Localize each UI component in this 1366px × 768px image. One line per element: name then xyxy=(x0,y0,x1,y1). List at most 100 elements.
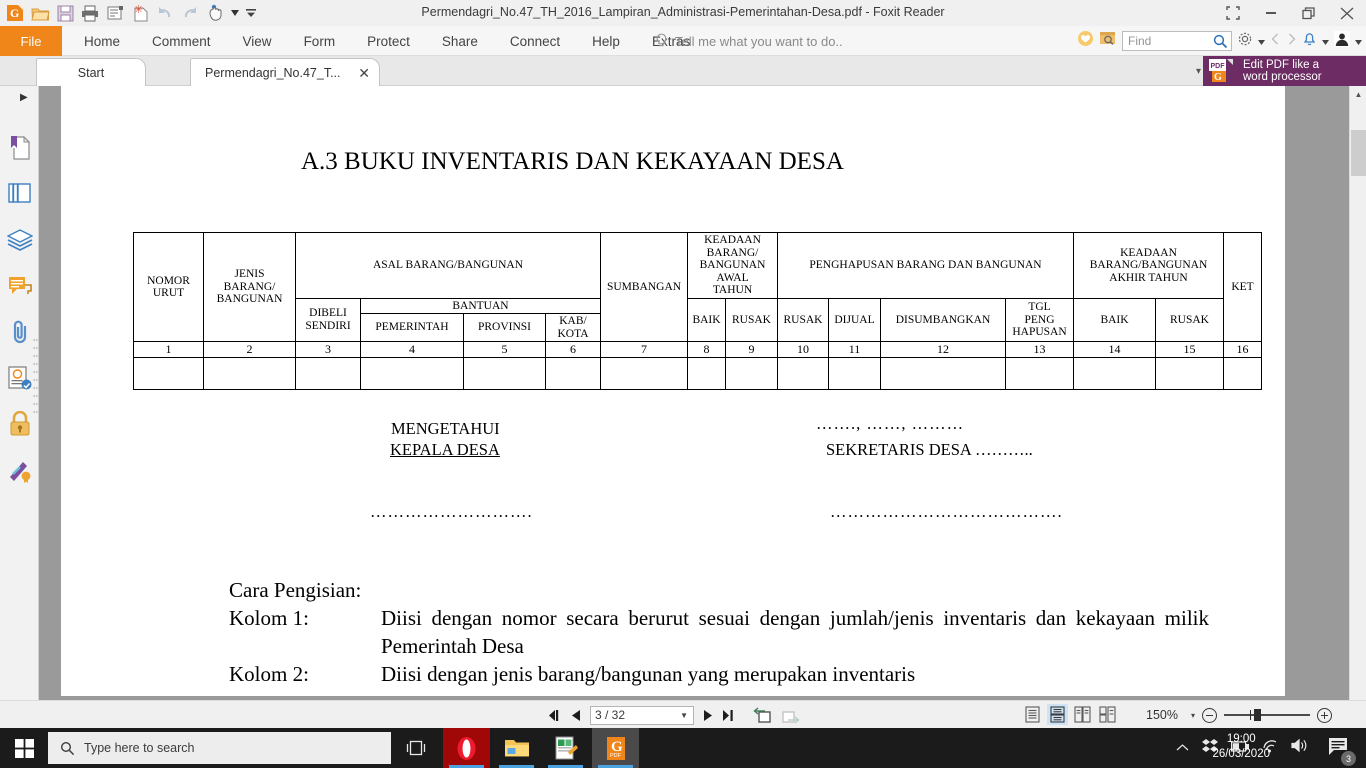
menu-protect[interactable]: Protect xyxy=(351,26,426,56)
security-lock-icon[interactable] xyxy=(6,410,34,438)
vertical-scroll-thumb[interactable] xyxy=(1351,130,1366,176)
comments-icon[interactable] xyxy=(6,272,34,300)
notification-center-button[interactable]: 3 xyxy=(1328,736,1356,766)
menu-help[interactable]: Help xyxy=(576,26,636,56)
menu-share[interactable]: Share xyxy=(426,26,494,56)
tab-start[interactable]: Start xyxy=(36,58,146,86)
find-input[interactable]: Find xyxy=(1122,31,1232,51)
signature-right-date: ……., ……, ……… xyxy=(816,414,965,433)
continuous-facing-view-icon[interactable] xyxy=(1097,704,1118,725)
next-page-button[interactable] xyxy=(703,709,713,722)
account-avatar-icon[interactable] xyxy=(1334,30,1350,52)
zoom-slider[interactable] xyxy=(1224,709,1310,721)
svg-text:PDF: PDF xyxy=(610,753,622,759)
excel-icon[interactable] xyxy=(542,728,589,768)
menu-file[interactable]: File xyxy=(0,26,62,56)
first-page-button[interactable] xyxy=(548,709,562,722)
svg-text:PDF: PDF xyxy=(1211,63,1226,70)
bookmarks-icon[interactable] xyxy=(6,134,34,162)
tab-overflow-icon[interactable]: ▾ xyxy=(1196,66,1201,77)
menu-connect[interactable]: Connect xyxy=(494,26,576,56)
cell-empty xyxy=(1223,357,1262,390)
tab-document[interactable]: Permendagri_No.47_T... ✕ xyxy=(190,58,380,86)
menu-form[interactable]: Form xyxy=(288,26,352,56)
th-keadaan-awal: KEADAAN BARANG/BANGUNAN AWAL TAHUN xyxy=(687,232,778,299)
heart-icon[interactable] xyxy=(1077,30,1094,52)
scroll-up-icon[interactable]: ▲ xyxy=(1350,86,1366,103)
tab-close-icon[interactable]: ✕ xyxy=(358,65,370,82)
search-document-icon[interactable] xyxy=(1099,30,1117,52)
notification-dropdown-icon[interactable] xyxy=(1322,32,1329,50)
cell-empty xyxy=(360,357,464,390)
continuous-view-icon[interactable] xyxy=(1047,704,1068,725)
settings-gear-icon[interactable] xyxy=(1237,31,1253,52)
file-explorer-icon[interactable] xyxy=(493,728,540,768)
previous-view-icon[interactable] xyxy=(1270,32,1281,50)
tell-me-search[interactable]: Tell me what you want to do.. xyxy=(655,26,843,56)
opera-browser-icon[interactable] xyxy=(443,728,490,768)
maximize-button[interactable] xyxy=(1290,0,1328,26)
th-bantuan-provinsi: PROVINSI xyxy=(463,313,546,342)
document-viewport[interactable]: A.3 BUKU INVENTARIS DAN KEKAYAAN DESA NO… xyxy=(39,86,1366,728)
tab-start-label: Start xyxy=(77,65,105,80)
instruction-label: Kolom 2: xyxy=(229,662,309,686)
windows-taskbar: Type here to search G PDF 19:00 26/03/20… xyxy=(0,728,1366,768)
signature-right-dots: …………………………………. xyxy=(830,502,1063,521)
close-button[interactable] xyxy=(1328,0,1366,26)
instructions-block: Cara Pengisian: Kolom 1: Diisi dengan no… xyxy=(229,576,1209,688)
zoom-slider-knob[interactable] xyxy=(1254,709,1261,721)
vertical-scrollbar[interactable]: ▲ ▼ xyxy=(1349,86,1366,728)
attachments-icon[interactable] xyxy=(6,318,34,346)
colnum-6: 6 xyxy=(545,341,601,358)
show-hidden-icons-icon[interactable] xyxy=(1176,739,1189,757)
title-bar: G ✳ Permendagri_No.47_TH_2016_Lampiran_A… xyxy=(0,0,1366,26)
table-header-row-1: NOMOR URUT JENIS BARANG/BANGUNAN ASAL BARA… xyxy=(133,232,1262,342)
cell-empty xyxy=(1155,357,1224,390)
digital-signature-icon[interactable] xyxy=(6,456,34,484)
zoom-dropdown-icon[interactable]: ▾ xyxy=(1191,711,1195,720)
next-view-icon[interactable] xyxy=(1286,32,1297,50)
page-number-input[interactable]: 3 / 32 ▼ xyxy=(590,705,694,725)
volume-icon[interactable] xyxy=(1291,738,1308,758)
start-button[interactable] xyxy=(0,728,48,768)
settings-dropdown-icon[interactable] xyxy=(1258,32,1265,50)
menu-view[interactable]: View xyxy=(227,26,288,56)
next-view-button[interactable] xyxy=(781,707,800,724)
menu-comment[interactable]: Comment xyxy=(136,26,227,56)
colnum-16: 16 xyxy=(1223,341,1262,358)
panel-resize-grip[interactable] xyxy=(33,336,38,426)
status-bar: 3 / 32 ▼ 150% ▾ xyxy=(0,700,1366,728)
restore-all-button[interactable] xyxy=(1214,0,1252,26)
instruction-row: Kolom 2: Diisi dengan jenis barang/bangu… xyxy=(229,660,1209,688)
layers-icon[interactable] xyxy=(6,226,34,254)
pages-thumbnails-icon[interactable] xyxy=(6,180,34,208)
menu-bar: File Home Comment View Form Protect Shar… xyxy=(0,26,1366,56)
foxit-reader-icon[interactable]: G PDF xyxy=(592,728,639,768)
zoom-in-button[interactable] xyxy=(1317,707,1332,723)
task-view-icon[interactable] xyxy=(392,728,439,768)
minimize-button[interactable] xyxy=(1252,0,1290,26)
signature-right-sekretaris: SEKRETARIS DESA ……….. xyxy=(826,440,1033,459)
previous-page-button[interactable] xyxy=(571,709,581,722)
th-hapus-dijual: DIJUAL xyxy=(828,297,881,342)
zoom-out-button[interactable] xyxy=(1202,707,1217,723)
chevron-down-icon[interactable]: ▼ xyxy=(680,711,688,720)
instruction-row: Kolom 1: Diisi dengan nomor secara berur… xyxy=(229,604,1209,660)
previous-view-button[interactable] xyxy=(753,706,772,724)
th-bantuan-pemerintah: PEMERINTAH xyxy=(360,313,464,342)
th-jenis-barang: JENIS BARANG/BANGUNAN xyxy=(203,232,296,342)
taskbar-search-input[interactable]: Type here to search xyxy=(48,732,391,764)
single-page-view-icon[interactable] xyxy=(1022,704,1043,725)
menu-home[interactable]: Home xyxy=(68,26,136,56)
th-nomor-urut: NOMOR URUT xyxy=(133,232,204,342)
last-page-button[interactable] xyxy=(722,709,736,722)
cell-empty xyxy=(600,357,688,390)
promo-banner[interactable]: PDF G Edit PDF like a word processor xyxy=(1203,56,1366,86)
stamps-icon[interactable] xyxy=(6,364,34,392)
instruction-text: Diisi dengan jenis barang/bangunan yang … xyxy=(381,662,916,686)
notification-bell-icon[interactable] xyxy=(1302,31,1317,52)
account-dropdown-icon[interactable] xyxy=(1355,32,1362,50)
facing-view-icon[interactable] xyxy=(1072,704,1093,725)
expand-panel-icon[interactable]: ▶ xyxy=(20,92,28,103)
taskbar-clock[interactable]: 19:00 26/03/2020 xyxy=(1212,732,1270,762)
